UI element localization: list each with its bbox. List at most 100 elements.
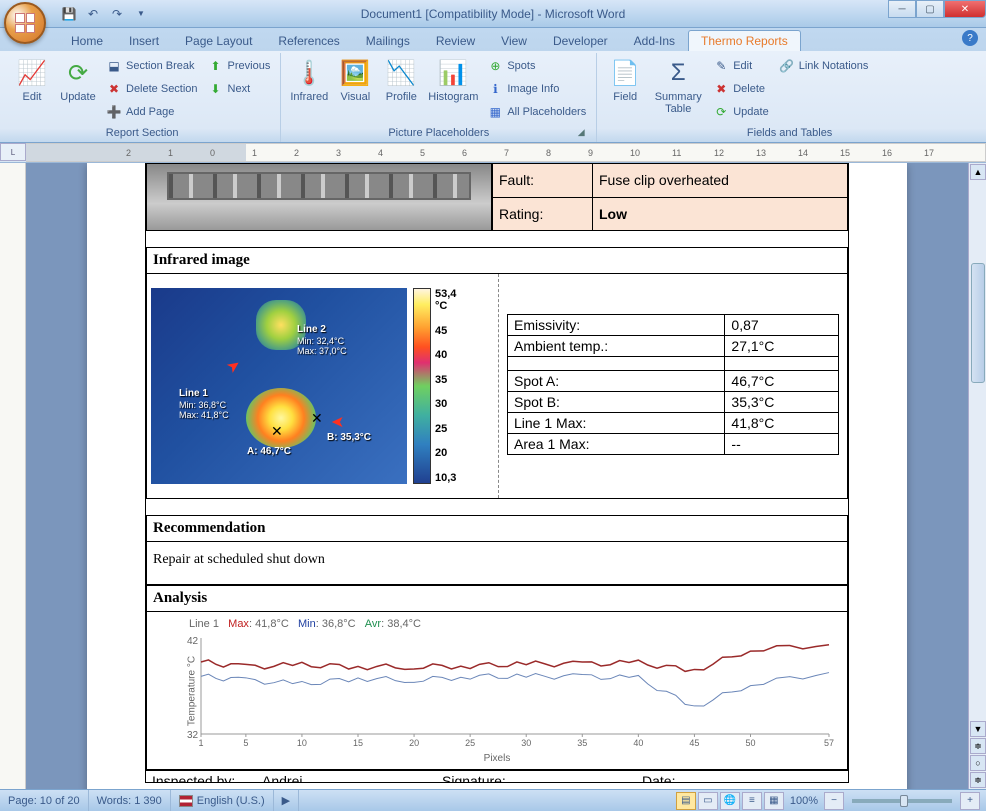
status-page[interactable]: Page: 10 of 20 xyxy=(0,790,89,811)
arrow-icon: ➤ xyxy=(222,354,244,378)
svg-text:40: 40 xyxy=(633,738,643,748)
help-icon[interactable]: ? xyxy=(962,30,978,46)
next-button[interactable]: ⬇Next xyxy=(204,78,275,100)
refresh-icon: ⟳ xyxy=(713,104,729,120)
zoom-level[interactable]: 100% xyxy=(790,795,818,807)
tab-thermo-reports[interactable]: Thermo Reports xyxy=(688,30,801,51)
ribbon-tabs: Home Insert Page Layout References Maili… xyxy=(0,28,986,51)
window-controls: ─ ▢ ✕ xyxy=(888,0,986,18)
delete-section-button[interactable]: ✖Delete Section xyxy=(102,78,202,100)
link-notations-button[interactable]: 🔗Link Notations xyxy=(775,55,873,77)
infrared-button[interactable]: 🌡️Infrared xyxy=(287,55,331,126)
undo-icon[interactable]: ↶ xyxy=(82,3,104,25)
document-canvas[interactable]: Fault:Fuse clip overheated Rating:Low In… xyxy=(26,163,968,789)
group-picture-placeholders: 🌡️Infrared 🖼️Visual 📉Profile 📊Histogram … xyxy=(281,53,597,142)
ruler-corner[interactable]: L xyxy=(0,143,26,161)
tab-view[interactable]: View xyxy=(488,30,540,51)
histogram-icon: 📊 xyxy=(437,57,469,89)
field-delete-button[interactable]: ✖Delete xyxy=(709,78,772,100)
print-layout-view[interactable]: ▤ xyxy=(676,792,696,810)
infrared-icon: 🌡️ xyxy=(293,57,325,89)
vertical-scrollbar[interactable]: ▲ ▼ ≑ ○ ≑ xyxy=(968,163,986,789)
scroll-thumb[interactable] xyxy=(971,263,985,383)
close-button[interactable]: ✕ xyxy=(944,0,986,18)
tab-developer[interactable]: Developer xyxy=(540,30,621,51)
status-words[interactable]: Words: 1 390 xyxy=(89,790,171,811)
vertical-ruler[interactable] xyxy=(0,163,26,789)
visual-button[interactable]: 🖼️Visual xyxy=(333,55,377,126)
profile-icon: 📉 xyxy=(385,57,417,89)
analysis-chart: Line 1 Max: 41,8°C Min: 36,8°C Avr: 38,4… xyxy=(146,612,848,770)
maximize-button[interactable]: ▢ xyxy=(916,0,944,18)
draft-view[interactable]: ▦ xyxy=(764,792,784,810)
scroll-down-icon[interactable]: ▼ xyxy=(970,721,986,737)
field-button[interactable]: 📄Field xyxy=(603,55,647,126)
chart-legend: Line 1 Max: 41,8°C Min: 36,8°C Avr: 38,4… xyxy=(189,618,841,630)
browse-object-icon[interactable]: ○ xyxy=(970,755,986,771)
qat-dropdown-icon[interactable]: ▼ xyxy=(130,3,152,25)
web-layout-view[interactable]: 🌐 xyxy=(720,792,740,810)
info-icon: ℹ xyxy=(487,81,503,97)
status-language[interactable]: English (U.S.) xyxy=(171,790,274,811)
horizontal-ruler[interactable]: L 2101234567891011121314151617 xyxy=(0,143,986,163)
image-info-button[interactable]: ℹImage Info xyxy=(483,78,590,100)
office-button[interactable] xyxy=(4,2,56,54)
title-bar: 💾 ↶ ↷ ▼ Document1 [Compatibility Mode] -… xyxy=(0,0,986,28)
histogram-button[interactable]: 📊Histogram xyxy=(425,55,481,126)
signature-label: Signature: xyxy=(436,771,636,782)
tab-references[interactable]: References xyxy=(265,30,352,51)
sigma-icon: Σ xyxy=(662,57,694,89)
visual-icon: 🖼️ xyxy=(339,57,371,89)
svg-text:50: 50 xyxy=(745,738,755,748)
minimize-button[interactable]: ─ xyxy=(888,0,916,18)
rating-label: Rating: xyxy=(493,197,593,231)
group-fields-tables: 📄Field ΣSummary Table ✎Edit ✖Delete ⟳Upd… xyxy=(597,53,982,142)
svg-text:45: 45 xyxy=(689,738,699,748)
field-edit-button[interactable]: ✎Edit xyxy=(709,55,772,77)
tab-page-layout[interactable]: Page Layout xyxy=(172,30,265,51)
delete-icon: ✖ xyxy=(106,81,122,97)
full-screen-view[interactable]: ▭ xyxy=(698,792,718,810)
update-button[interactable]: ⟳ Update xyxy=(56,55,100,126)
summary-table-button[interactable]: ΣSummary Table xyxy=(649,55,707,126)
chart-svg: 42 32 1510152025303540455057 xyxy=(153,630,841,750)
tab-review[interactable]: Review xyxy=(423,30,488,51)
svg-text:30: 30 xyxy=(521,738,531,748)
svg-text:5: 5 xyxy=(243,738,248,748)
redo-icon[interactable]: ↷ xyxy=(106,3,128,25)
tab-home[interactable]: Home xyxy=(58,30,116,51)
group-report-section: 📈 Edit ⟳ Update ⬓Section Break ✖Delete S… xyxy=(4,53,281,142)
field-update-button[interactable]: ⟳Update xyxy=(709,101,772,123)
section-break-icon: ⬓ xyxy=(106,58,122,74)
prev-page-icon[interactable]: ≑ xyxy=(970,738,986,754)
scroll-up-icon[interactable]: ▲ xyxy=(970,164,986,180)
delete-icon: ✖ xyxy=(713,81,729,97)
tab-add-ins[interactable]: Add-Ins xyxy=(621,30,688,51)
section-recommendation: Recommendation xyxy=(146,515,848,542)
dialog-launcher-icon[interactable]: ◢ xyxy=(574,125,588,139)
status-macro[interactable]: ▶ xyxy=(274,790,299,811)
thermal-image: Line 2 Min: 32,4°C Max: 37,0°C Line 1 Mi… xyxy=(151,288,407,484)
zoom-slider[interactable] xyxy=(852,799,952,803)
section-break-button[interactable]: ⬓Section Break xyxy=(102,55,202,77)
add-page-button[interactable]: ➕Add Page xyxy=(102,101,202,123)
tab-mailings[interactable]: Mailings xyxy=(353,30,423,51)
edit-button[interactable]: 📈 Edit xyxy=(10,55,54,126)
svg-text:35: 35 xyxy=(577,738,587,748)
previous-button[interactable]: ⬆Previous xyxy=(204,55,275,77)
next-page-icon[interactable]: ≑ xyxy=(970,772,986,788)
save-icon[interactable]: 💾 xyxy=(58,3,80,25)
add-icon: ➕ xyxy=(106,104,122,120)
colorbar: 53,4°C 45 40 35 30 25 20 10,3 xyxy=(413,288,456,484)
document-area: Fault:Fuse clip overheated Rating:Low In… xyxy=(0,163,986,789)
measurements-table: Emissivity:0,87 Ambient temp.:27,1°C Spo… xyxy=(507,314,839,455)
zoom-out-button[interactable]: − xyxy=(824,792,844,810)
profile-button[interactable]: 📉Profile xyxy=(379,55,423,126)
spots-button[interactable]: ⊕Spots xyxy=(483,55,590,77)
all-placeholders-button[interactable]: ▦All Placeholders xyxy=(483,101,590,123)
cross-icon: ✕ xyxy=(311,410,323,427)
outline-view[interactable]: ≡ xyxy=(742,792,762,810)
flag-icon xyxy=(179,795,193,807)
tab-insert[interactable]: Insert xyxy=(116,30,172,51)
zoom-in-button[interactable]: + xyxy=(960,792,980,810)
